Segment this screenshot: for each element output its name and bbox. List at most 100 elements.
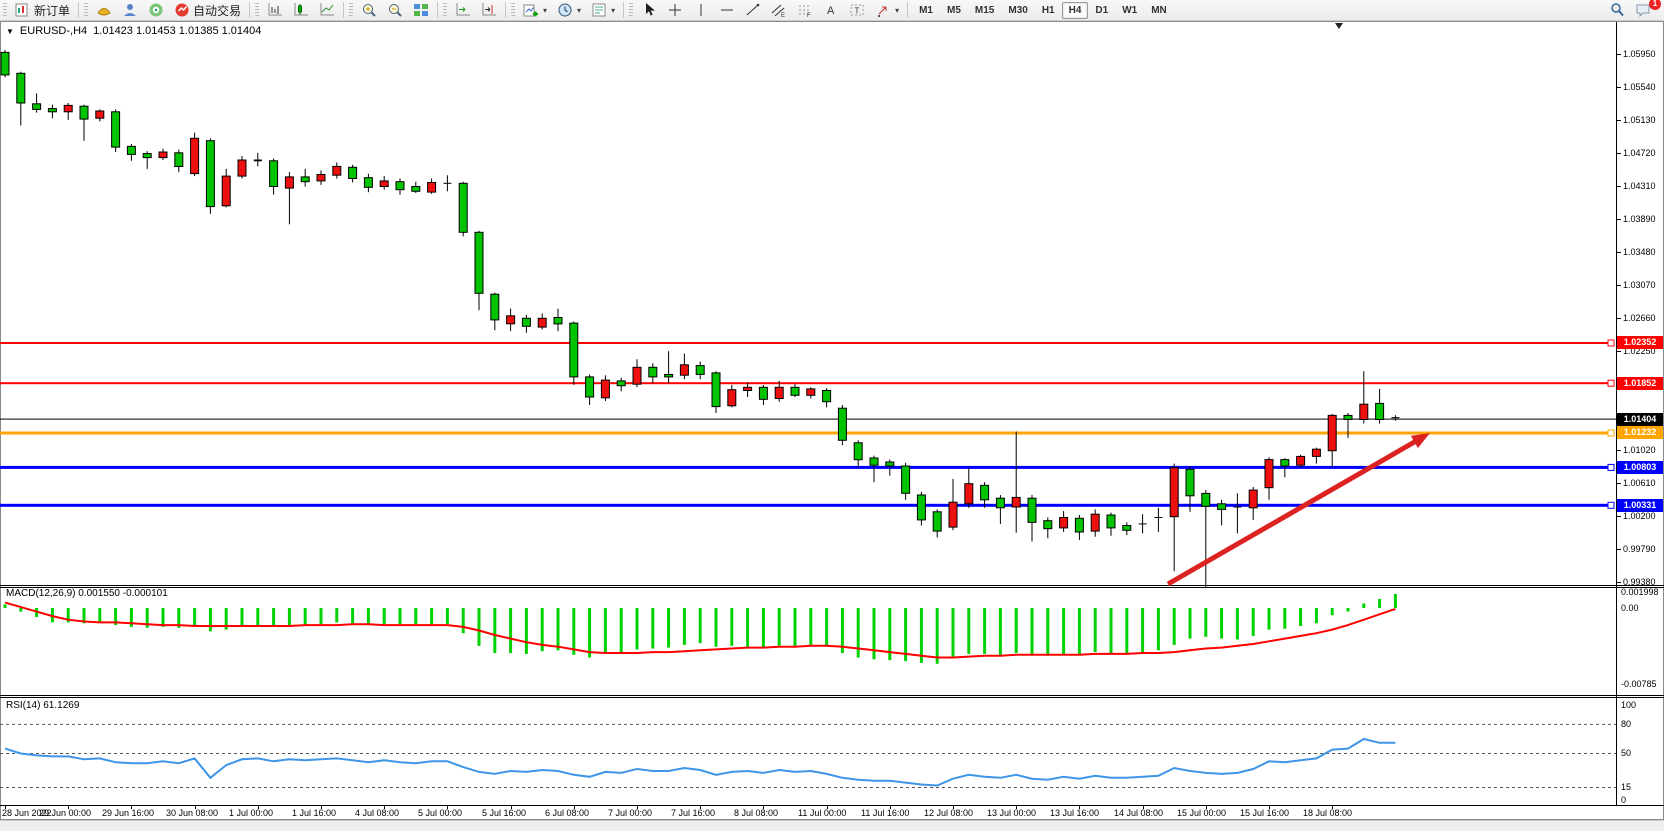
candlestick-chart-icon (293, 2, 309, 18)
crosshair-button[interactable] (662, 1, 688, 20)
rsi-axis-label: 0 (1621, 795, 1626, 805)
candlestick-chart-button[interactable] (288, 1, 314, 20)
chart-shift-icon (481, 2, 497, 18)
chart-symbol-period: EURUSD-,H4 (20, 25, 87, 37)
price-axis-tick: 1.05950 (1623, 49, 1664, 59)
price-tag-1.01852: 1.01852 (1617, 377, 1663, 390)
rsi-axis-label: 80 (1621, 719, 1631, 729)
toolbar-separator (78, 2, 79, 18)
trend-arrow[interactable] (1168, 433, 1430, 584)
auto-scroll-button[interactable] (450, 1, 476, 20)
hline-1.00331[interactable] (0, 502, 1614, 508)
hline-1.01232[interactable] (0, 430, 1614, 436)
sounds-button[interactable] (143, 1, 169, 20)
zoom-out-button[interactable] (382, 1, 408, 20)
chart-shift-button[interactable] (476, 1, 502, 20)
time-axis-label: 11 Jul 16:00 (861, 808, 909, 818)
time-axis-label: 12 Jul 08:00 (924, 808, 973, 818)
price-axis-tick: 1.02660 (1623, 313, 1664, 323)
macd-axis-label: 0.00 (1621, 603, 1639, 613)
price-axis-tick: 1.04310 (1623, 181, 1664, 191)
timeframe-H1-button[interactable]: H1 (1035, 2, 1062, 19)
bar-chart-button[interactable] (262, 1, 288, 20)
auto-trading-button[interactable]: 自动交易 (169, 1, 246, 20)
svg-text:E: E (781, 13, 785, 18)
chevron-down-icon[interactable]: ▾ (611, 6, 615, 15)
price-tag-1.00803: 1.00803 (1617, 461, 1663, 474)
toolbar-grip (255, 3, 259, 17)
timeframe-MN-button[interactable]: MN (1144, 2, 1174, 19)
svg-text:F: F (807, 13, 811, 18)
toolbar-grip (511, 3, 515, 17)
timeframe-M30-button[interactable]: M30 (1001, 2, 1034, 19)
timeframe-M5-button[interactable]: M5 (940, 2, 968, 19)
arrows-icon (875, 2, 891, 18)
chevron-down-icon[interactable]: ▾ (577, 6, 581, 15)
toolbar-grip (443, 3, 447, 17)
time-axis-label: 5 Jul 16:00 (482, 808, 526, 818)
new-order-button-label: 新订单 (34, 2, 70, 19)
equidistant-channel-button[interactable]: E (766, 1, 792, 20)
new-order-button[interactable]: 新订单 (10, 1, 75, 20)
timeframe-M15-button[interactable]: M15 (968, 2, 1001, 19)
templates-button[interactable]: ▾ (586, 1, 620, 20)
hline-1.02352[interactable] (0, 340, 1614, 346)
horizontal-line-button[interactable] (714, 1, 740, 20)
time-axis-label: 1 Jul 00:00 (229, 808, 273, 818)
timeframe-H4-button[interactable]: H4 (1062, 2, 1089, 19)
trendline-button[interactable] (740, 1, 766, 20)
periods-button[interactable]: ▾ (552, 1, 586, 20)
chevron-down-icon[interactable]: ▾ (543, 6, 547, 15)
price-axis-tick: 1.03480 (1623, 247, 1664, 257)
time-axis-label: 6 Jul 08:00 (545, 808, 589, 818)
rsi-axis-label: 100 (1621, 700, 1636, 710)
timeframe-M1-button[interactable]: M1 (912, 2, 940, 19)
line-chart-button[interactable] (314, 1, 340, 20)
price-axis-tick: 1.04720 (1623, 148, 1664, 158)
cursor-button[interactable] (636, 1, 662, 20)
auto-scroll-icon (455, 2, 471, 18)
candlestick-series (1, 50, 1399, 588)
chart-end-marker-icon[interactable] (1335, 23, 1343, 29)
chevron-down-icon[interactable]: ▾ (895, 6, 899, 15)
zoom-in-button[interactable] (356, 1, 382, 20)
chat-button[interactable]: 1 (1630, 1, 1656, 20)
timeframe-D1-button[interactable]: D1 (1088, 2, 1115, 19)
add-indicator-icon (523, 2, 539, 18)
community-button[interactable] (117, 1, 143, 20)
time-axis-label: 29 Jun 16:00 (102, 808, 154, 818)
line-chart-icon (319, 2, 335, 18)
vertical-line-icon (693, 2, 709, 18)
label-icon: T (849, 2, 865, 18)
timeframe-W1-button[interactable]: W1 (1115, 2, 1144, 19)
price-tag-1.00331: 1.00331 (1617, 499, 1663, 512)
time-axis-label: 15 Jul 16:00 (1240, 808, 1289, 818)
arrows-button[interactable]: ▾ (870, 1, 904, 20)
toolbar-separator (249, 2, 250, 18)
tile-windows-button[interactable] (408, 1, 434, 20)
macd-axis-label: -0.00785 (1621, 679, 1657, 689)
time-axis-label: 5 Jul 00:00 (418, 808, 462, 818)
chart-dropdown-icon[interactable]: ▼ (6, 27, 14, 36)
text-button[interactable]: A (818, 1, 844, 20)
horizontal-line-icon (719, 2, 735, 18)
search-button[interactable] (1604, 1, 1630, 20)
auto-trading-button-label: 自动交易 (193, 2, 241, 19)
add-indicator-button[interactable]: ▾ (518, 1, 552, 20)
time-axis-label: 30 Jun 08:00 (166, 808, 218, 818)
hline-1.01404[interactable] (0, 419, 1616, 420)
market-watch-button[interactable] (91, 1, 117, 20)
toolbar-grip (3, 3, 7, 17)
hline-1.01852[interactable] (0, 380, 1614, 386)
fibonacci-button[interactable]: F (792, 1, 818, 20)
chart-canvas[interactable] (0, 0, 1664, 831)
vertical-line-button[interactable] (688, 1, 714, 20)
price-axis-tick: 1.05130 (1623, 115, 1664, 125)
time-axis-label: 8 Jul 08:00 (734, 808, 778, 818)
time-axis-label: 4 Jul 08:00 (355, 808, 399, 818)
text-label-button[interactable]: T (844, 1, 870, 20)
new-order-icon (15, 2, 31, 18)
toolbar-separator (343, 2, 344, 18)
svg-text:T: T (855, 7, 860, 16)
bar-chart-icon (267, 2, 283, 18)
